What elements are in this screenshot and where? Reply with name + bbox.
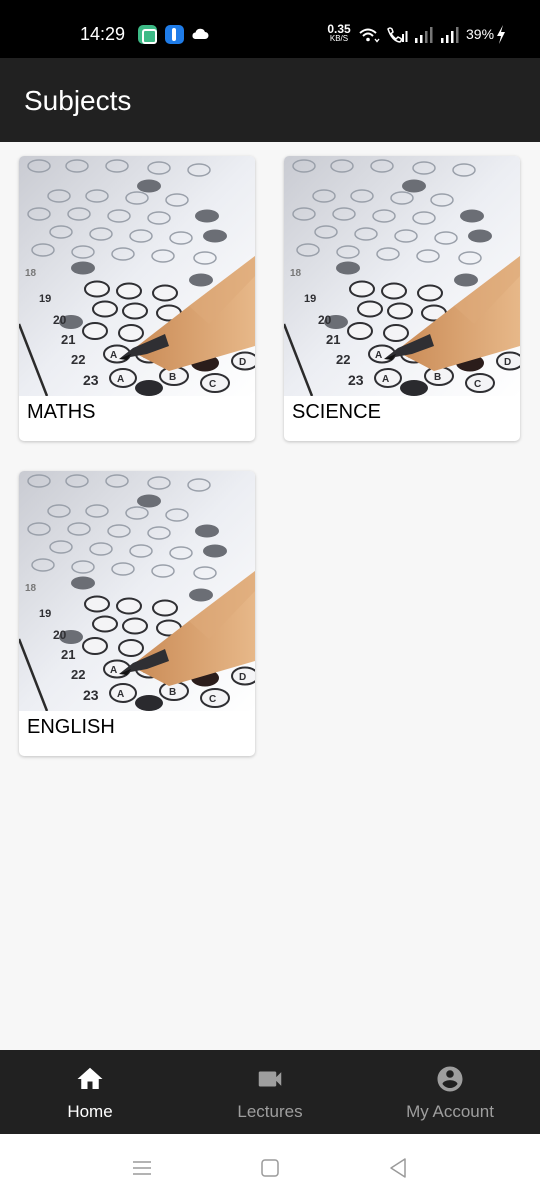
app-notification-icon <box>165 25 184 44</box>
wifi-icon <box>359 28 380 43</box>
subject-label: MATHS <box>27 401 96 423</box>
account-circle-icon <box>437 1066 463 1092</box>
nav-item-lectures[interactable]: Lectures <box>180 1050 360 1134</box>
chat-app-icon <box>138 25 157 44</box>
back-icon[interactable] <box>386 1156 410 1180</box>
signal-icon <box>415 27 433 43</box>
nav-label-my-account: My Account <box>406 1102 494 1121</box>
app-bar: Subjects <box>0 58 540 142</box>
charging-icon <box>497 25 505 44</box>
nav-label-home: Home <box>67 1102 113 1121</box>
subject-image <box>284 156 520 396</box>
cloud-icon <box>192 28 209 39</box>
signal-icon-2 <box>441 27 459 43</box>
subject-label: SCIENCE <box>292 401 381 423</box>
network-speed-unit: KB/S <box>329 34 349 43</box>
page-title: Subjects <box>24 85 132 116</box>
subject-card-maths[interactable]: MATHS <box>19 156 255 441</box>
system-navigation-bar <box>0 1134 540 1200</box>
status-time: 14:29 <box>80 24 126 44</box>
subject-image <box>19 156 255 396</box>
subject-image <box>19 471 255 711</box>
wifi-calling-icon <box>387 27 408 43</box>
battery-level: 39% <box>466 26 495 42</box>
bottom-navigation: Home Lectures My Account <box>0 1050 540 1134</box>
network-speed: 0.35 KB/S <box>325 23 353 43</box>
nav-item-home[interactable]: Home <box>0 1050 180 1134</box>
status-bar: 14:29 0.35 KB/S 39% <box>0 0 540 58</box>
home-icon <box>77 1067 103 1089</box>
subject-card-english[interactable]: ENGLISH <box>19 471 255 756</box>
nav-label-lectures: Lectures <box>237 1102 303 1121</box>
home-button-icon[interactable] <box>258 1156 282 1180</box>
recent-apps-icon[interactable] <box>130 1156 154 1180</box>
subject-label: ENGLISH <box>27 716 115 738</box>
nav-item-my-account[interactable]: My Account <box>360 1050 540 1134</box>
subject-card-science[interactable]: SCIENCE <box>284 156 520 441</box>
video-camera-icon <box>258 1071 282 1087</box>
